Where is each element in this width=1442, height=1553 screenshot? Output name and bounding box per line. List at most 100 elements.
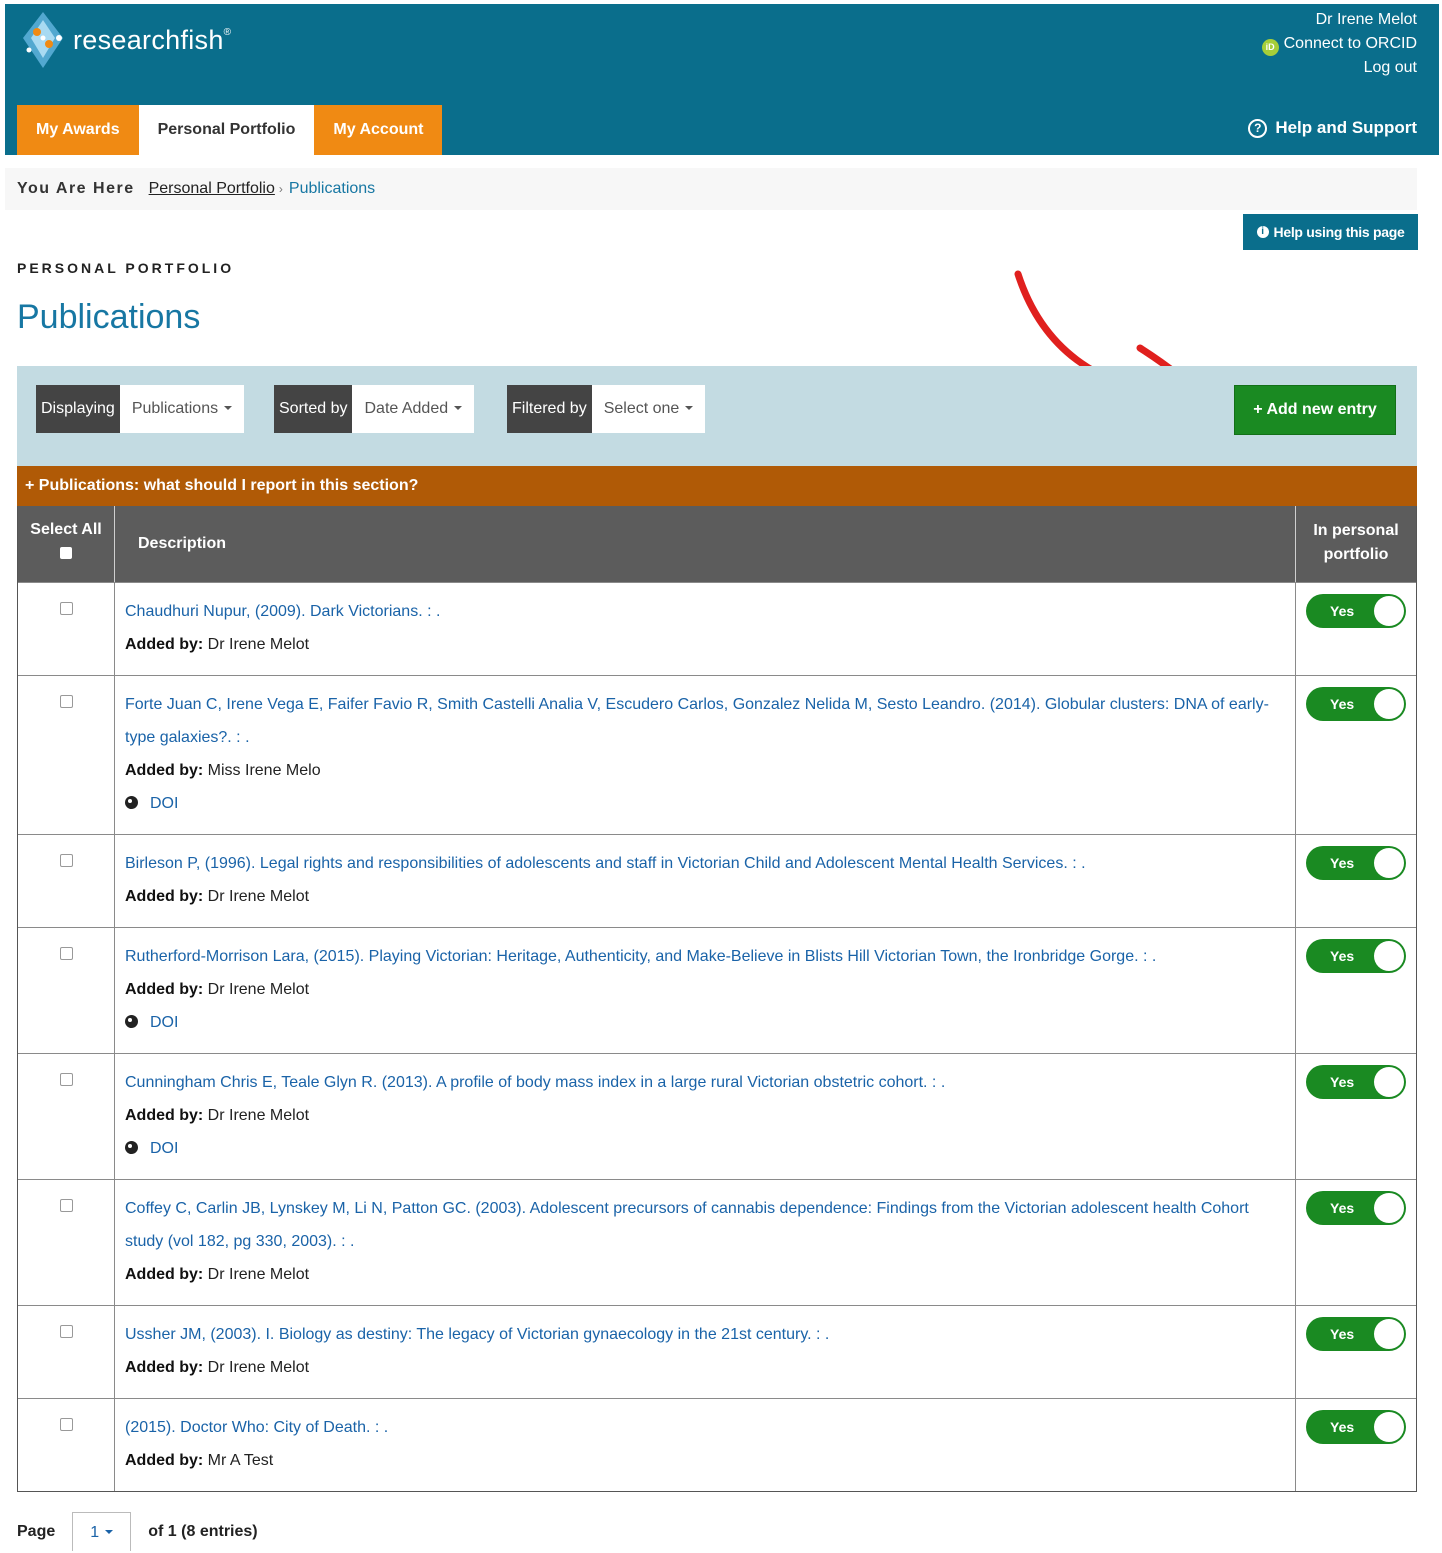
table-row: Chaudhuri Nupur, (2009). Dark Victorians… <box>18 582 1416 675</box>
registered-mark: ® <box>223 26 232 38</box>
toggle-knob <box>1374 1412 1404 1442</box>
row-portfolio-cell: Yes <box>1296 835 1416 927</box>
added-by: Added by: Dr Irene Melot <box>125 1099 1269 1132</box>
doi-link[interactable]: DOI <box>150 795 178 812</box>
add-new-entry-button[interactable]: + Add new entry <box>1234 385 1396 435</box>
toggle-knob <box>1374 596 1404 626</box>
page-of-text: of 1 (8 entries) <box>148 1523 258 1540</box>
added-by-name: Dr Irene Melot <box>207 888 310 905</box>
table-row: Ussher JM, (2003). I. Biology as destiny… <box>18 1305 1416 1398</box>
breadcrumb-personal-portfolio[interactable]: Personal Portfolio <box>149 180 275 198</box>
tab-personal-portfolio[interactable]: Personal Portfolio <box>138 105 315 155</box>
toggle-knob <box>1374 1319 1404 1349</box>
row-description-cell: Rutherford-Morrison Lara, (2015). Playin… <box>115 928 1296 1053</box>
row-checkbox[interactable] <box>59 1418 73 1431</box>
user-name-link[interactable]: Dr Irene Melot <box>1316 11 1417 28</box>
caret-down-icon <box>105 1530 114 1534</box>
doi-link[interactable]: DOI <box>150 1014 178 1031</box>
added-by-name: Dr Irene Melot <box>207 1266 310 1283</box>
doi-row: DOI <box>125 787 1269 820</box>
in-portfolio-toggle[interactable]: Yes <box>1306 1065 1406 1099</box>
table-row: (2015). Doctor Who: City of Death. : . Ad… <box>18 1398 1416 1491</box>
toggle-label: Yes <box>1330 1326 1355 1342</box>
in-portfolio-toggle[interactable]: Yes <box>1306 687 1406 721</box>
help-using-page-button[interactable]: i Help using this page <box>1243 214 1418 250</box>
in-portfolio-toggle[interactable]: Yes <box>1306 1317 1406 1351</box>
toggle-label: Yes <box>1330 1074 1355 1090</box>
added-by-name: Miss Irene Melo <box>207 762 321 779</box>
section-info-toggle[interactable]: + Publications: what should I report in … <box>17 466 1417 506</box>
row-select-cell <box>18 835 115 927</box>
table-row: Coffey C, Carlin JB, Lynskey M, Li N, Pa… <box>18 1179 1416 1305</box>
filtered-filter: Filtered by Select one <box>507 385 706 433</box>
publications-table: Select All Description In personal portf… <box>17 506 1417 1492</box>
in-portfolio-toggle[interactable]: Yes <box>1306 594 1406 628</box>
in-portfolio-header-line2: portfolio <box>1323 546 1389 563</box>
added-by: Added by: Dr Irene Melot <box>125 1351 1269 1384</box>
row-description-cell: Chaudhuri Nupur, (2009). Dark Victorians… <box>115 583 1296 675</box>
select-all-checkbox[interactable] <box>60 547 72 559</box>
logo-text: researchfish <box>73 24 224 55</box>
toggle-label: Yes <box>1330 1419 1355 1435</box>
row-select-cell <box>18 928 115 1053</box>
row-description-cell: Ussher JM, (2003). I. Biology as destiny… <box>115 1306 1296 1398</box>
added-by-label: Added by: <box>125 888 204 905</box>
row-checkbox[interactable] <box>59 1073 73 1086</box>
toggle-label: Yes <box>1330 1200 1355 1216</box>
toggle-label: Yes <box>1330 855 1355 871</box>
logout-link[interactable]: Log out <box>1364 59 1417 76</box>
added-by-label: Added by: <box>125 1266 204 1283</box>
sorted-select[interactable]: Date Added <box>352 385 475 433</box>
row-portfolio-cell: Yes <box>1296 676 1416 834</box>
filtered-select[interactable]: Select one <box>591 385 706 433</box>
doi-link[interactable]: DOI <box>150 1140 178 1157</box>
row-select-cell <box>18 583 115 675</box>
row-select-cell <box>18 676 115 834</box>
row-description-cell: Cunningham Chris E, Teale Glyn R. (2013)… <box>115 1054 1296 1179</box>
added-by-name: Dr Irene Melot <box>207 981 310 998</box>
page-label: Page <box>17 1523 56 1540</box>
row-portfolio-cell: Yes <box>1296 1306 1416 1398</box>
info-icon: i <box>1256 226 1269 238</box>
help-and-support-label: Help and Support <box>1275 118 1417 137</box>
tab-my-awards[interactable]: My Awards <box>17 105 139 155</box>
publication-link[interactable]: Cunningham Chris E, Teale Glyn R. (2013)… <box>125 1074 945 1091</box>
added-by: Added by: Dr Irene Melot <box>125 1258 1269 1291</box>
caret-down-icon <box>454 406 463 410</box>
question-circle-icon: ? <box>1248 118 1268 138</box>
added-by-name: Mr A Test <box>207 1452 274 1469</box>
toggle-label: Yes <box>1330 948 1355 964</box>
table-header: Select All Description In personal portf… <box>18 506 1416 582</box>
orcid-icon: iD <box>1261 39 1279 56</box>
publication-link[interactable]: Forte Juan C, Irene Vega E, Faifer Favio… <box>125 696 1269 746</box>
row-checkbox[interactable] <box>59 854 73 867</box>
publication-link[interactable]: (2015). Doctor Who: City of Death. : . <box>125 1419 388 1436</box>
added-by-name: Dr Irene Melot <box>207 1359 310 1376</box>
row-checkbox[interactable] <box>59 695 73 708</box>
in-portfolio-toggle[interactable]: Yes <box>1306 1410 1406 1444</box>
tab-my-account[interactable]: My Account <box>314 105 443 155</box>
researchfish-logo[interactable]: researchfish® <box>19 10 231 70</box>
row-portfolio-cell: Yes <box>1296 928 1416 1053</box>
row-checkbox[interactable] <box>59 1325 73 1338</box>
in-portfolio-toggle[interactable]: Yes <box>1306 1191 1406 1225</box>
displaying-select[interactable]: Publications <box>119 385 245 433</box>
row-description-cell: Forte Juan C, Irene Vega E, Faifer Favio… <box>115 676 1296 834</box>
row-checkbox[interactable] <box>59 1199 73 1212</box>
publication-link[interactable]: Birleson P, (1996). Legal rights and res… <box>125 855 1086 872</box>
publication-link[interactable]: Rutherford-Morrison Lara, (2015). Playin… <box>125 948 1156 965</box>
added-by-label: Added by: <box>125 1107 204 1124</box>
added-by-name: Dr Irene Melot <box>207 636 310 653</box>
in-portfolio-toggle[interactable]: Yes <box>1306 846 1406 880</box>
publication-link[interactable]: Chaudhuri Nupur, (2009). Dark Victorians… <box>125 603 440 620</box>
publication-link[interactable]: Coffey C, Carlin JB, Lynskey M, Li N, Pa… <box>125 1200 1249 1250</box>
row-checkbox[interactable] <box>59 602 73 615</box>
added-by-label: Added by: <box>125 1359 204 1376</box>
page-select[interactable]: 1 <box>72 1512 132 1551</box>
in-portfolio-toggle[interactable]: Yes <box>1306 939 1406 973</box>
row-checkbox[interactable] <box>59 947 73 960</box>
toggle-label: Yes <box>1330 696 1355 712</box>
connect-orcid-link[interactable]: Connect to ORCID <box>1284 35 1417 52</box>
help-and-support-link[interactable]: ? Help and Support <box>1248 118 1417 138</box>
publication-link[interactable]: Ussher JM, (2003). I. Biology as destiny… <box>125 1326 829 1343</box>
